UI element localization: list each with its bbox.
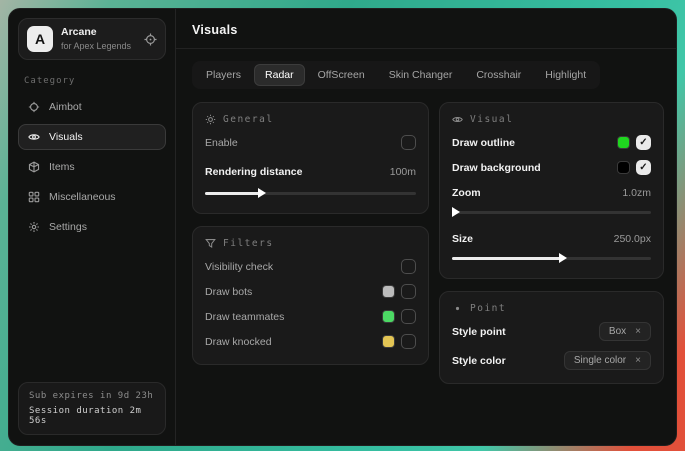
zoom-label: Zoom xyxy=(452,187,481,199)
app-subtitle: for Apex Legends xyxy=(61,41,136,52)
tab-crosshair[interactable]: Crosshair xyxy=(465,64,532,86)
draw-teammates-label: Draw teammates xyxy=(205,311,284,323)
tab-offscreen[interactable]: OffScreen xyxy=(307,64,376,86)
draw-teammates-color-swatch[interactable] xyxy=(382,310,395,323)
sidebar-item-label: Settings xyxy=(49,221,87,233)
crosshair-icon xyxy=(28,101,40,113)
draw-knocked-checkbox[interactable] xyxy=(401,334,416,349)
tab-highlight[interactable]: Highlight xyxy=(534,64,597,86)
tab-radar[interactable]: Radar xyxy=(254,64,305,86)
sidebar-item-aimbot[interactable]: Aimbot xyxy=(18,94,166,120)
sidebar-nav: Aimbot Visuals Items xyxy=(18,94,166,240)
tab-skin-changer[interactable]: Skin Changer xyxy=(378,64,464,86)
draw-teammates-checkbox[interactable] xyxy=(401,309,416,324)
point-card-header: Point xyxy=(452,303,651,314)
funnel-icon xyxy=(205,238,216,249)
slider-thumb[interactable] xyxy=(258,188,266,198)
filters-card-header: Filters xyxy=(205,238,416,249)
main-area: Visuals Players Radar OffScreen Skin Cha… xyxy=(176,9,677,445)
style-point-value: Box xyxy=(609,326,626,337)
target-icon[interactable] xyxy=(144,33,157,46)
app-name: Arcane xyxy=(61,26,136,39)
rendering-distance-value: 100m xyxy=(390,166,416,178)
style-color-select[interactable]: Single color × xyxy=(564,351,651,370)
main-header: Visuals xyxy=(176,9,677,49)
size-value: 250.0px xyxy=(614,233,651,245)
draw-knocked-label: Draw knocked xyxy=(205,336,272,348)
sub-expires-text: Sub expires in 9d 23h xyxy=(29,391,155,401)
draw-outline-checkbox[interactable] xyxy=(636,135,651,150)
visibility-check-label: Visibility check xyxy=(205,261,273,273)
sidebar-item-settings[interactable]: Settings xyxy=(18,214,166,240)
grid-icon xyxy=(28,191,40,203)
brand-text: Arcane for Apex Legends xyxy=(61,26,136,51)
general-card-title: General xyxy=(223,114,274,125)
draw-outline-color-swatch[interactable] xyxy=(617,136,630,149)
slider-thumb[interactable] xyxy=(559,253,567,263)
eye-icon xyxy=(28,131,40,143)
filters-card-title: Filters xyxy=(223,238,274,249)
rendering-distance-label: Rendering distance xyxy=(205,166,302,178)
enable-checkbox[interactable] xyxy=(401,135,416,150)
gear-icon xyxy=(28,221,40,233)
clear-icon[interactable]: × xyxy=(635,356,641,366)
brand-card: A Arcane for Apex Legends xyxy=(18,18,166,60)
sidebar-item-label: Miscellaneous xyxy=(49,191,116,203)
visual-card-header: Visual xyxy=(452,114,651,125)
sidebar-item-visuals[interactable]: Visuals xyxy=(18,124,166,150)
sidebar-item-label: Visuals xyxy=(49,131,83,143)
draw-bots-label: Draw bots xyxy=(205,286,252,298)
sidebar-item-miscellaneous[interactable]: Miscellaneous xyxy=(18,184,166,210)
visuals-tabbar: Players Radar OffScreen Skin Changer Cro… xyxy=(192,61,600,89)
session-duration-text: Session duration 2m 56s xyxy=(29,406,155,426)
content: General Enable Rendering distance 100m xyxy=(176,89,677,397)
sidebar-item-label: Aimbot xyxy=(49,101,82,113)
subscription-info-card: Sub expires in 9d 23h Session duration 2… xyxy=(18,382,166,435)
draw-background-color-swatch[interactable] xyxy=(617,161,630,174)
point-card: Point Style point Box × Style color Sing xyxy=(439,291,664,384)
tab-players[interactable]: Players xyxy=(195,64,252,86)
style-point-label: Style point xyxy=(452,326,506,338)
cube-icon xyxy=(28,161,40,173)
style-color-label: Style color xyxy=(452,355,506,367)
sidebar-item-label: Items xyxy=(49,161,75,173)
clear-icon[interactable]: × xyxy=(635,327,641,337)
visibility-check-checkbox[interactable] xyxy=(401,259,416,274)
app-logo: A xyxy=(27,26,53,52)
draw-bots-checkbox[interactable] xyxy=(401,284,416,299)
general-card: General Enable Rendering distance 100m xyxy=(192,102,429,214)
visual-card: Visual Draw outline Draw background xyxy=(439,102,664,279)
category-label: Category xyxy=(24,76,160,86)
rendering-distance-slider[interactable] xyxy=(205,187,416,199)
style-point-select[interactable]: Box × xyxy=(599,322,651,341)
size-label: Size xyxy=(452,233,473,245)
sidebar: A Arcane for Apex Legends Category xyxy=(9,9,176,445)
draw-outline-label: Draw outline xyxy=(452,137,515,149)
filters-card: Filters Visibility check Draw bots xyxy=(192,226,429,365)
page-title: Visuals xyxy=(192,23,664,37)
enable-label: Enable xyxy=(205,137,238,149)
draw-knocked-color-swatch[interactable] xyxy=(382,335,395,348)
size-slider[interactable] xyxy=(452,252,651,264)
zoom-slider[interactable] xyxy=(452,206,651,218)
draw-background-checkbox[interactable] xyxy=(636,160,651,175)
point-card-title: Point xyxy=(470,303,506,314)
draw-bots-color-swatch[interactable] xyxy=(382,285,395,298)
slider-thumb[interactable] xyxy=(452,207,460,217)
style-color-value: Single color xyxy=(574,355,626,366)
app-window: A Arcane for Apex Legends Category xyxy=(8,8,677,446)
general-card-header: General xyxy=(205,114,416,125)
dot-icon xyxy=(452,303,463,314)
sidebar-item-items[interactable]: Items xyxy=(18,154,166,180)
zoom-value: 1.0zm xyxy=(622,187,651,199)
eye-icon xyxy=(452,114,463,125)
draw-background-label: Draw background xyxy=(452,162,541,174)
sun-icon xyxy=(205,114,216,125)
visual-card-title: Visual xyxy=(470,114,513,125)
